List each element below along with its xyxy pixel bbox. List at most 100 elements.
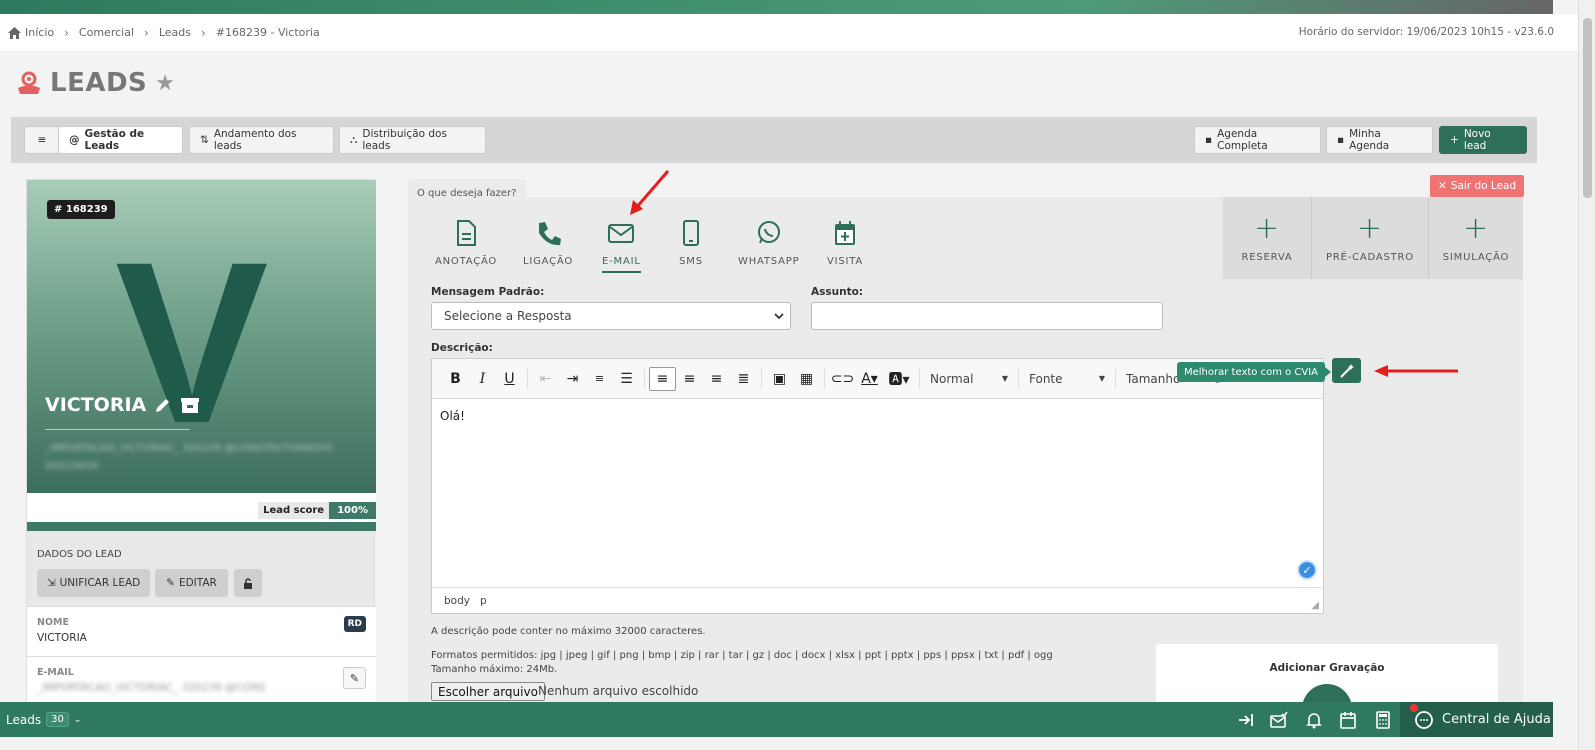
calendar-icon[interactable]: [1339, 711, 1357, 729]
bold-button[interactable]: B: [442, 367, 469, 391]
format-dropdown[interactable]: Normal ▼: [924, 372, 1014, 386]
tab-gestao-de-leads[interactable]: @ Gestão de Leads: [58, 126, 183, 154]
chevron-right-icon: ›: [144, 25, 149, 40]
breadcrumb-leads[interactable]: Leads ›: [159, 26, 216, 40]
edit-email-button[interactable]: ✎: [343, 667, 366, 689]
simulacao-button[interactable]: + SIMULAÇÃO: [1429, 197, 1523, 279]
collapse-right-icon[interactable]: [1237, 711, 1255, 729]
table-icon[interactable]: ▦: [793, 367, 820, 391]
reserva-label: RESERVA: [1241, 251, 1293, 263]
o-que-deseja-tab: O que deseja fazer?: [408, 179, 526, 199]
leads-counter[interactable]: Leads 30 ⌄: [6, 712, 81, 727]
italic-button[interactable]: I: [469, 367, 496, 391]
calculator-icon[interactable]: [1374, 711, 1392, 729]
editar-button[interactable]: ✎ EDITAR: [155, 569, 228, 597]
align-left-icon[interactable]: ≡: [649, 366, 676, 391]
action-sms[interactable]: SMS: [678, 219, 704, 267]
breadcrumb-comercial[interactable]: Comercial ›: [79, 26, 159, 40]
page-title: LEADS ★: [16, 68, 175, 98]
align-right-icon[interactable]: ≡: [703, 367, 730, 391]
element-path: body p: [444, 595, 487, 607]
page-scrollbar[interactable]: [1578, 0, 1595, 750]
menu-button[interactable]: ≡: [24, 126, 60, 154]
mail-check-icon[interactable]: [1270, 711, 1288, 729]
action-ligacao-label: LIGAÇÃO: [523, 256, 574, 267]
text-color-icon[interactable]: A▾: [856, 367, 883, 391]
image-icon[interactable]: ▣: [766, 367, 793, 391]
pre-cadastro-button[interactable]: + PRÉ-CADASTRO: [1312, 197, 1429, 279]
simulacao-label: SIMULAÇÃO: [1442, 251, 1510, 263]
agenda-completa-label: Agenda Completa: [1217, 128, 1268, 152]
mensagem-padrao-select[interactable]: Selecione a Resposta: [431, 302, 791, 330]
background-color-icon[interactable]: 🅰▾: [883, 367, 915, 391]
outdent-icon[interactable]: ⇤: [532, 367, 559, 391]
breadcrumb-item-leads[interactable]: Leads: [159, 26, 191, 39]
breadcrumb: Início › Comercial › Leads › #168239 - V…: [0, 14, 1578, 52]
star-icon[interactable]: ★: [155, 71, 175, 96]
reserva-button[interactable]: + RESERVA: [1223, 197, 1312, 279]
calendar-plus-icon: [835, 221, 856, 245]
lead-id-badge: # 168239: [47, 200, 115, 219]
minha-agenda-button[interactable]: ▪ Minha Agenda: [1326, 126, 1433, 154]
underline-button[interactable]: U: [496, 367, 523, 391]
no-file-text: Nenhum arquivo escolhido: [538, 684, 699, 698]
mensagem-padrao-value: Selecione a Resposta: [444, 309, 572, 323]
indent-icon[interactable]: ⇥: [559, 367, 586, 391]
tab-andamento-dos-leads[interactable]: ⇅ Andamento dos leads: [189, 126, 334, 154]
align-justify-icon[interactable]: ≣: [730, 367, 757, 391]
pencil-icon[interactable]: [154, 396, 172, 414]
action-whatsapp[interactable]: WHATSAPP: [738, 219, 799, 267]
breadcrumb-home[interactable]: Início ›: [8, 26, 79, 40]
unificar-lead-button[interactable]: ⇲ UNIFICAR LEAD: [37, 569, 150, 597]
tab-distribuicao-dos-leads[interactable]: ⛬ Distribuição dos leads: [339, 126, 486, 154]
action-ligacao[interactable]: LIGAÇÃO: [523, 219, 573, 267]
chat-help-icon: [1415, 710, 1433, 729]
sair-do-lead-button[interactable]: ✕ Sair do Lead: [1430, 175, 1525, 197]
central-de-ajuda-button[interactable]: Central de Ajuda: [1400, 702, 1553, 737]
lead-name-text: VICTORIA: [45, 394, 147, 416]
assunto-input[interactable]: [811, 302, 1163, 330]
page-title-text: LEADS: [50, 68, 148, 98]
description-editor[interactable]: B I U ⇤ ⇥ ≡ ☰ ≡ ≡ ≡ ≣ ▣ ▦ ⊂⊃ A▾ 🅰▾ Norma…: [431, 358, 1324, 614]
calendar-icon: ▪: [1205, 134, 1213, 146]
descricao-label: Descrição:: [431, 342, 493, 354]
resize-handle-icon[interactable]: ◢: [1311, 600, 1319, 611]
rd-badge: RD: [343, 616, 366, 632]
action-email[interactable]: E-MAIL: [602, 219, 641, 273]
red-arrow-email: [630, 170, 670, 215]
server-time: Horário do servidor: 19/06/2023 10h15 - …: [1298, 26, 1554, 38]
archive-icon[interactable]: [180, 396, 200, 414]
bell-icon[interactable]: [1305, 711, 1323, 729]
chevron-down-icon: [774, 313, 784, 320]
breadcrumb-item-inicio[interactable]: Início: [25, 26, 54, 39]
sair-label: Sair do Lead: [1450, 180, 1517, 192]
font-dropdown[interactable]: Fonte ▼: [1023, 372, 1111, 386]
novo-lead-label: Novo lead: [1463, 128, 1491, 152]
close-icon: ✕: [1438, 180, 1447, 192]
lead-score-bar: [27, 522, 376, 531]
align-center-icon[interactable]: ≡: [676, 367, 703, 391]
action-visita[interactable]: VISITA: [827, 219, 863, 267]
pencil-icon: ✎: [349, 671, 360, 685]
novo-lead-button[interactable]: + Novo lead: [1439, 126, 1527, 154]
toolbar-divider: [1115, 368, 1116, 389]
name-divider: [45, 429, 190, 430]
action-sms-label: SMS: [679, 256, 703, 267]
choose-file-button[interactable]: Escolher arquivo: [431, 682, 545, 701]
bullet-list-icon[interactable]: ☰: [613, 367, 640, 391]
lock-button[interactable]: [234, 569, 262, 597]
check-icon[interactable]: ✓: [1297, 560, 1317, 580]
help-label: Central de Ajuda: [1442, 712, 1551, 727]
cvia-magic-button[interactable]: [1332, 358, 1361, 383]
link-icon[interactable]: ⊂⊃: [829, 367, 856, 391]
action-anotacao[interactable]: ANOTAÇÃO: [435, 219, 497, 267]
bottom-bar: Leads 30 ⌄ Central de Ajuda: [0, 702, 1553, 737]
breadcrumb-item-comercial[interactable]: Comercial: [79, 26, 134, 39]
plus-icon: +: [1254, 210, 1280, 246]
toolbar-divider: [824, 368, 825, 389]
plus-icon: +: [1450, 134, 1459, 146]
numbered-list-icon[interactable]: ≡: [586, 367, 613, 391]
editor-content[interactable]: Olá!: [440, 409, 465, 423]
agenda-completa-button[interactable]: ▪ Agenda Completa: [1194, 126, 1321, 154]
scrollbar-thumb[interactable]: [1583, 18, 1592, 198]
